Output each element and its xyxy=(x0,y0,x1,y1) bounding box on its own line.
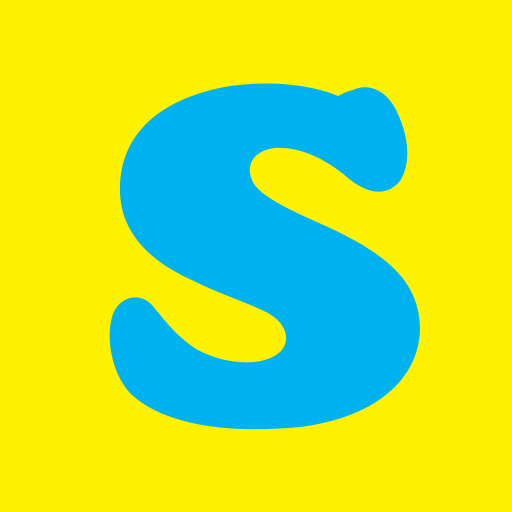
s-letter-logo-icon xyxy=(109,83,420,430)
app-icon xyxy=(0,0,512,512)
app-icon-graphic xyxy=(0,0,512,512)
